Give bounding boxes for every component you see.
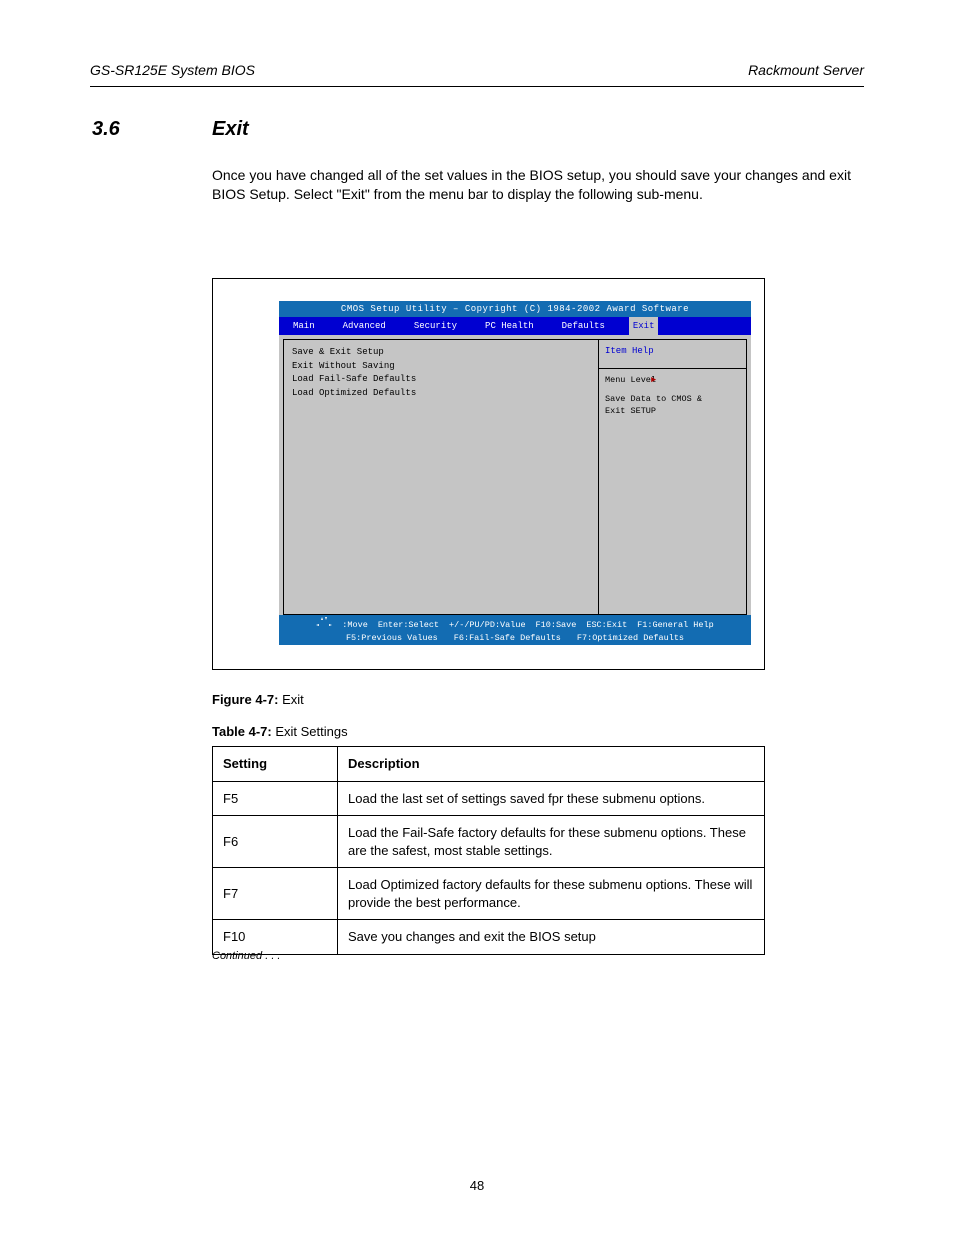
bios-menu-label: Exit Without Saving	[292, 360, 447, 374]
table-row: F10 Save you changes and exit the BIOS s…	[213, 920, 765, 955]
bios-footer: :Move Enter:Select +/-/PU/PD:Value F10:S…	[279, 615, 751, 645]
bios-footer-cell: F1:General Help	[637, 620, 714, 630]
bios-footer-cell: F6:Fail-Safe Defaults	[454, 633, 561, 643]
bios-tab-security[interactable]: Security	[410, 317, 461, 335]
bios-tab-advanced[interactable]: Advanced	[339, 317, 390, 335]
bios-title: CMOS Setup Utility – Copyright (C) 1984-…	[279, 301, 751, 317]
figure-caption-rest: Exit	[278, 692, 303, 707]
table-cell: F5	[213, 781, 338, 816]
bios-help-header: Item Help	[599, 339, 747, 369]
bios-help-value: Save Data to CMOS &	[605, 394, 702, 405]
table-cell: Save you changes and exit the BIOS setup	[338, 920, 765, 955]
figure-caption-bold: Figure 4-7:	[212, 692, 278, 707]
section-title: Exit	[212, 118, 249, 141]
table-row: F7 Load Optimized factory defaults for t…	[213, 868, 765, 920]
bios-body: Save & Exit Setup Exit Without Saving Lo…	[279, 335, 751, 615]
table-cell: F7	[213, 868, 338, 920]
bios-help-value: Exit SETUP	[605, 406, 656, 417]
table-row: F5 Load the last set of settings saved f…	[213, 781, 765, 816]
header-divider	[90, 86, 864, 87]
bios-tabs: Main Advanced Security PC Health Default…	[279, 317, 751, 335]
table-caption-bold: Table 4-7:	[212, 724, 272, 739]
header-left: GS-SR125E System BIOS	[90, 62, 255, 78]
bios-tab-main[interactable]: Main	[289, 317, 319, 335]
table-header: Description	[338, 747, 765, 782]
page-number: 48	[0, 1178, 954, 1193]
bios-help-body: Menu Level ► Save Data to CMOS & Exit SE…	[599, 369, 747, 615]
bios-footer-cell: F5:Previous Values	[346, 633, 438, 643]
bios-menu-label: Load Fail-Safe Defaults	[292, 373, 447, 387]
bios-footer-cell: Enter:Select	[378, 620, 439, 630]
bios-menu-item[interactable]: Save & Exit Setup	[292, 346, 590, 360]
table-header: Setting	[213, 747, 338, 782]
bios-footer-cell: :Move	[342, 620, 368, 630]
bios-help-key: Menu Level	[605, 375, 651, 386]
table-cell: Load Optimized factory defaults for thes…	[338, 868, 765, 920]
bios-tab-exit[interactable]: Exit	[629, 317, 659, 335]
bios-menu-item[interactable]: Load Optimized Defaults	[292, 387, 590, 401]
table-cell: Load the Fail-Safe factory defaults for …	[338, 816, 765, 868]
bios-tab-defaults[interactable]: Defaults	[558, 317, 609, 335]
bios-side-panel: Item Help Menu Level ► Save Data to CMOS…	[599, 339, 747, 615]
arrows-move-icon	[316, 617, 332, 632]
section-number: 3.6	[92, 118, 120, 141]
table-caption: Table 4-7: Exit Settings	[212, 724, 348, 739]
continued-note: Continued . . .	[212, 950, 281, 962]
table-cell: Load the last set of settings saved fpr …	[338, 781, 765, 816]
table-header-row: Setting Description	[213, 747, 765, 782]
figure-container: CMOS Setup Utility – Copyright (C) 1984-…	[212, 278, 765, 670]
bios-tab-pc-health[interactable]: PC Health	[481, 317, 538, 335]
table-row: F6 Load the Fail-Safe factory defaults f…	[213, 816, 765, 868]
intro-paragraph: Once you have changed all of the set val…	[212, 166, 862, 204]
bios-footer-cell: F10:Save	[536, 620, 577, 630]
bios-main-panel: Save & Exit Setup Exit Without Saving Lo…	[283, 339, 599, 615]
header-right: Rackmount Server	[748, 62, 864, 78]
bios-window: CMOS Setup Utility – Copyright (C) 1984-…	[279, 301, 751, 645]
bios-footer-cell: ESC:Exit	[586, 620, 627, 630]
bios-menu-label: Load Optimized Defaults	[292, 387, 447, 401]
bios-footer-cell: +/-/PU/PD:Value	[449, 620, 526, 630]
figure-caption: Figure 4-7: Exit	[212, 692, 304, 707]
table-caption-rest: Exit Settings	[272, 724, 348, 739]
bios-menu-item[interactable]: Load Fail-Safe Defaults	[292, 373, 590, 387]
chevron-right-icon: ►	[651, 375, 656, 386]
bios-menu-item[interactable]: Exit Without Saving	[292, 360, 590, 374]
settings-table: Setting Description F5 Load the last set…	[212, 746, 765, 955]
bios-footer-cell: F7:Optimized Defaults	[577, 633, 684, 643]
bios-menu-label: Save & Exit Setup	[292, 346, 447, 360]
table-cell: F6	[213, 816, 338, 868]
